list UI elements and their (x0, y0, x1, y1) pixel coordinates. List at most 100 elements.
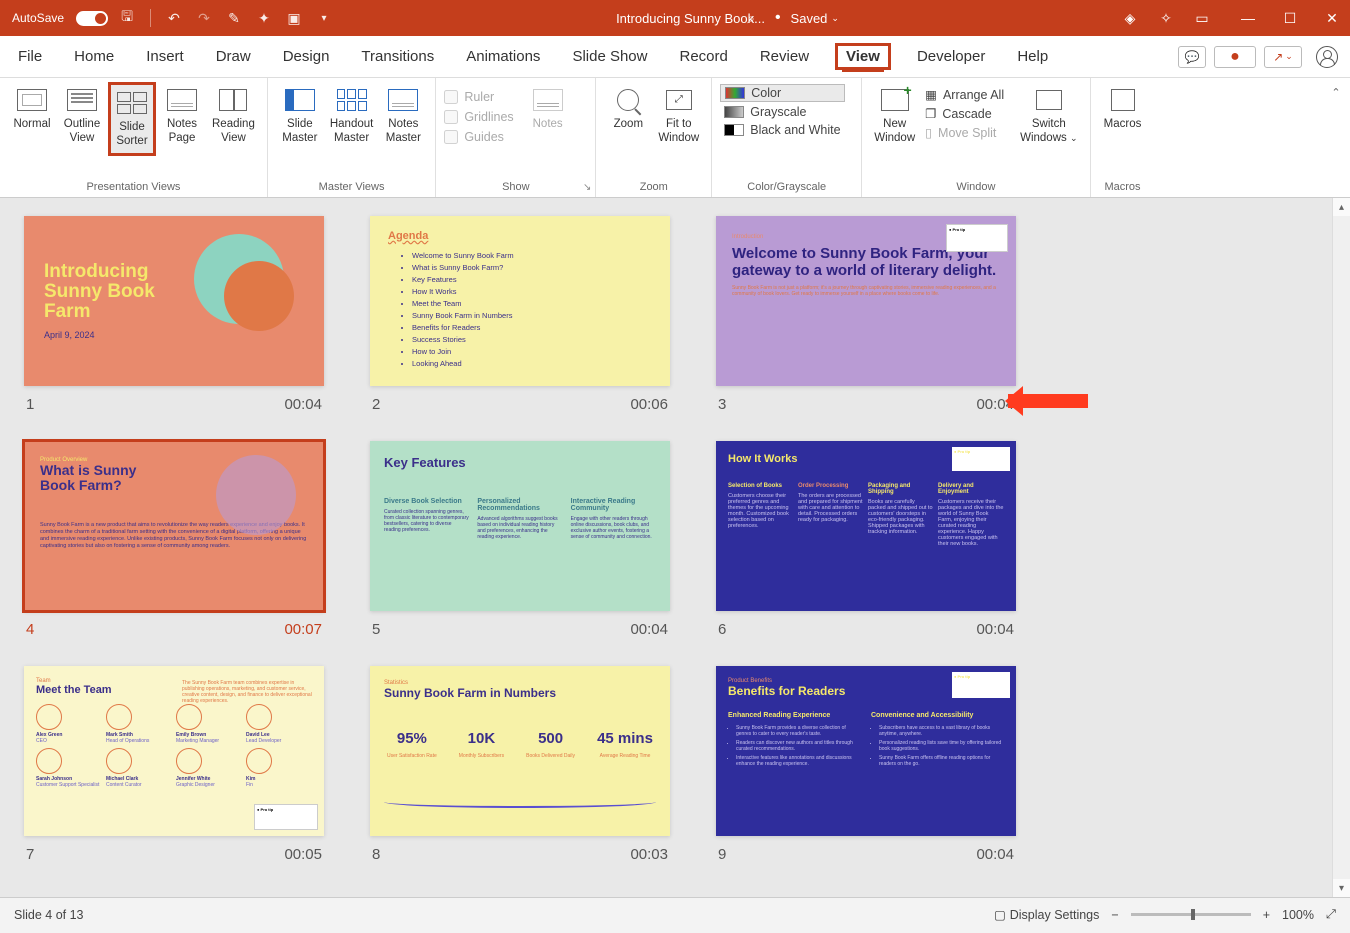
scroll-up-icon[interactable]: ▴ (1333, 198, 1350, 216)
slide-timing: 00:04 (976, 846, 1014, 863)
tab-home[interactable]: Home (68, 44, 120, 69)
tab-view[interactable]: View (835, 43, 891, 70)
fit-to-window-icon[interactable]: ⤢ (1326, 907, 1336, 922)
reading-view-button[interactable]: Reading View (208, 82, 259, 150)
slide-thumbnail-4[interactable]: Product OverviewWhat is SunnyBook Farm?S… (24, 441, 354, 638)
slide-thumbnail-3[interactable]: ● Pro tipIntroductionWelcome to Sunny Bo… (716, 216, 1046, 413)
tab-animations[interactable]: Animations (460, 44, 546, 69)
minimize-icon[interactable]: — (1238, 8, 1258, 28)
cascade-button[interactable]: ❐Cascade (921, 105, 1008, 122)
tab-draw[interactable]: Draw (210, 44, 257, 69)
slide-thumb[interactable]: ● Pro tipIntroductionWelcome to Sunny Bo… (716, 216, 1016, 386)
search-icon[interactable]: ⌕ (740, 7, 762, 29)
comments-button[interactable]: 💬 (1178, 46, 1206, 68)
normal-icon (17, 89, 47, 111)
slide-thumbnail-8[interactable]: StatisticsSunny Book Farm in Numbers95%U… (370, 666, 700, 863)
zoom-level[interactable]: 100% (1282, 908, 1314, 922)
quick-access-icon[interactable]: ✦ (253, 7, 275, 29)
arrange-all-button[interactable]: ▦Arrange All (921, 86, 1008, 103)
undo-icon[interactable]: ↶ (163, 7, 185, 29)
tab-help[interactable]: Help (1011, 44, 1054, 69)
group-zoom: Zoom ⤢ Fit to Window Zoom (596, 78, 712, 197)
vertical-scrollbar[interactable]: ▴ ▾ (1332, 198, 1350, 897)
slide-thumb[interactable]: StatisticsSunny Book Farm in Numbers95%U… (370, 666, 670, 836)
slide-thumbnail-6[interactable]: ● Pro tipHow It WorksSelection of BooksC… (716, 441, 1046, 638)
show-dialog-launcher-icon[interactable]: ↘ (583, 182, 591, 193)
slide-thumb[interactable]: TeamMeet the TeamThe Sunny Book Farm tea… (24, 666, 324, 836)
sorter-icon (117, 92, 147, 114)
scroll-down-icon[interactable]: ▾ (1333, 879, 1350, 897)
ribbon-display-icon[interactable]: ▭ (1192, 8, 1212, 28)
display-settings-button[interactable]: ▢Display Settings (994, 907, 1099, 922)
macros-button[interactable]: Macros (1099, 82, 1147, 136)
zoom-button[interactable]: Zoom (604, 82, 652, 136)
diamond-icon[interactable]: ◈ (1120, 8, 1140, 28)
tab-transitions[interactable]: Transitions (355, 44, 440, 69)
normal-view-button[interactable]: Normal (8, 82, 56, 136)
outline-view-button[interactable]: Outline View (58, 82, 106, 150)
tab-slideshow[interactable]: Slide Show (566, 44, 653, 69)
zoom-in-button[interactable]: + (1263, 908, 1270, 922)
slide-thumb[interactable]: Product OverviewWhat is SunnyBook Farm?S… (24, 441, 324, 611)
zoom-out-button[interactable]: − (1111, 908, 1118, 922)
record-dot-icon: ● (1230, 48, 1240, 66)
slide-thumb[interactable]: AgendaWelcome to Sunny Book FarmWhat is … (370, 216, 670, 386)
close-icon[interactable]: ✕ (1322, 8, 1342, 28)
account-icon[interactable] (1316, 46, 1338, 68)
share-button[interactable]: ↗⌄ (1264, 46, 1302, 68)
slide-thumb[interactable]: Key FeaturesDiverse Book SelectionCurate… (370, 441, 670, 611)
grayscale-button[interactable]: Grayscale (720, 104, 844, 120)
arrange-icon: ▦ (925, 87, 937, 102)
notes-master-button[interactable]: Notes Master (379, 82, 427, 150)
switch-windows-button[interactable]: Switch Windows ⌄ (1016, 82, 1081, 150)
slide-thumbnail-7[interactable]: TeamMeet the TeamThe Sunny Book Farm tea… (24, 666, 354, 863)
customize-qat-icon[interactable]: ▾ (313, 7, 335, 29)
slide-thumbnail-9[interactable]: ● Pro tipProduct BenefitsBenefits for Re… (716, 666, 1046, 863)
autosave-toggle[interactable] (76, 11, 108, 26)
maximize-icon[interactable]: ☐ (1280, 8, 1300, 28)
tab-insert[interactable]: Insert (140, 44, 190, 69)
slide-meta: 4 00:07 (24, 611, 324, 638)
display-icon: ▢ (994, 907, 1006, 922)
handout-master-icon (337, 89, 367, 111)
tab-file[interactable]: File (12, 44, 48, 69)
notes-icon (533, 89, 563, 111)
color-button[interactable]: Color (720, 84, 844, 102)
tab-design[interactable]: Design (277, 44, 336, 69)
present-icon[interactable]: ▣ (283, 7, 305, 29)
tab-review[interactable]: Review (754, 44, 815, 69)
slide-thumb[interactable]: ● Pro tipProduct BenefitsBenefits for Re… (716, 666, 1016, 836)
new-window-button[interactable]: New Window (870, 82, 919, 150)
slide-thumb[interactable]: Introducing Sunny BookFarmApril 9, 2024 (24, 216, 324, 386)
save-status[interactable]: Saved ⌄ (791, 11, 839, 26)
slide-number: 9 (718, 846, 726, 863)
slide-counter[interactable]: Slide 4 of 13 (14, 908, 84, 922)
fit-window-button[interactable]: ⤢ Fit to Window (654, 82, 703, 150)
redo-icon[interactable]: ↷ (193, 7, 215, 29)
designer-icon[interactable]: ✧ (1156, 8, 1176, 28)
notes-page-button[interactable]: Notes Page (158, 82, 206, 150)
tab-record[interactable]: Record (673, 44, 733, 69)
tab-developer[interactable]: Developer (911, 44, 991, 69)
slide-number: 6 (718, 621, 726, 638)
slide-thumbnail-5[interactable]: Key FeaturesDiverse Book SelectionCurate… (370, 441, 700, 638)
bw-button[interactable]: Black and White (720, 122, 844, 138)
annotation-arrow (1008, 394, 1088, 408)
guides-checkbox[interactable]: Guides (444, 128, 513, 146)
ruler-checkbox[interactable]: Ruler (444, 88, 513, 106)
slide-thumbnail-2[interactable]: AgendaWelcome to Sunny Book FarmWhat is … (370, 216, 700, 413)
slide-thumb[interactable]: ● Pro tipHow It WorksSelection of BooksC… (716, 441, 1016, 611)
group-color: Color Grayscale Black and White Color/Gr… (712, 78, 862, 197)
slide-sorter-pane[interactable]: Introducing Sunny BookFarmApril 9, 2024 … (0, 198, 1350, 897)
slide-thumbnail-1[interactable]: Introducing Sunny BookFarmApril 9, 2024 … (24, 216, 354, 413)
gridlines-checkbox[interactable]: Gridlines (444, 108, 513, 126)
slide-sorter-button[interactable]: Slide Sorter (108, 82, 156, 156)
collapse-ribbon-icon[interactable]: ⌃ (1328, 84, 1344, 100)
slide-number: 5 (372, 621, 380, 638)
camera-button[interactable]: ● (1214, 46, 1256, 68)
slide-master-button[interactable]: Slide Master (276, 82, 324, 150)
touch-mode-icon[interactable]: ✎ (223, 7, 245, 29)
zoom-slider[interactable] (1131, 913, 1251, 916)
save-icon[interactable]: 🖫 (116, 7, 138, 29)
handout-master-button[interactable]: Handout Master (326, 82, 377, 150)
